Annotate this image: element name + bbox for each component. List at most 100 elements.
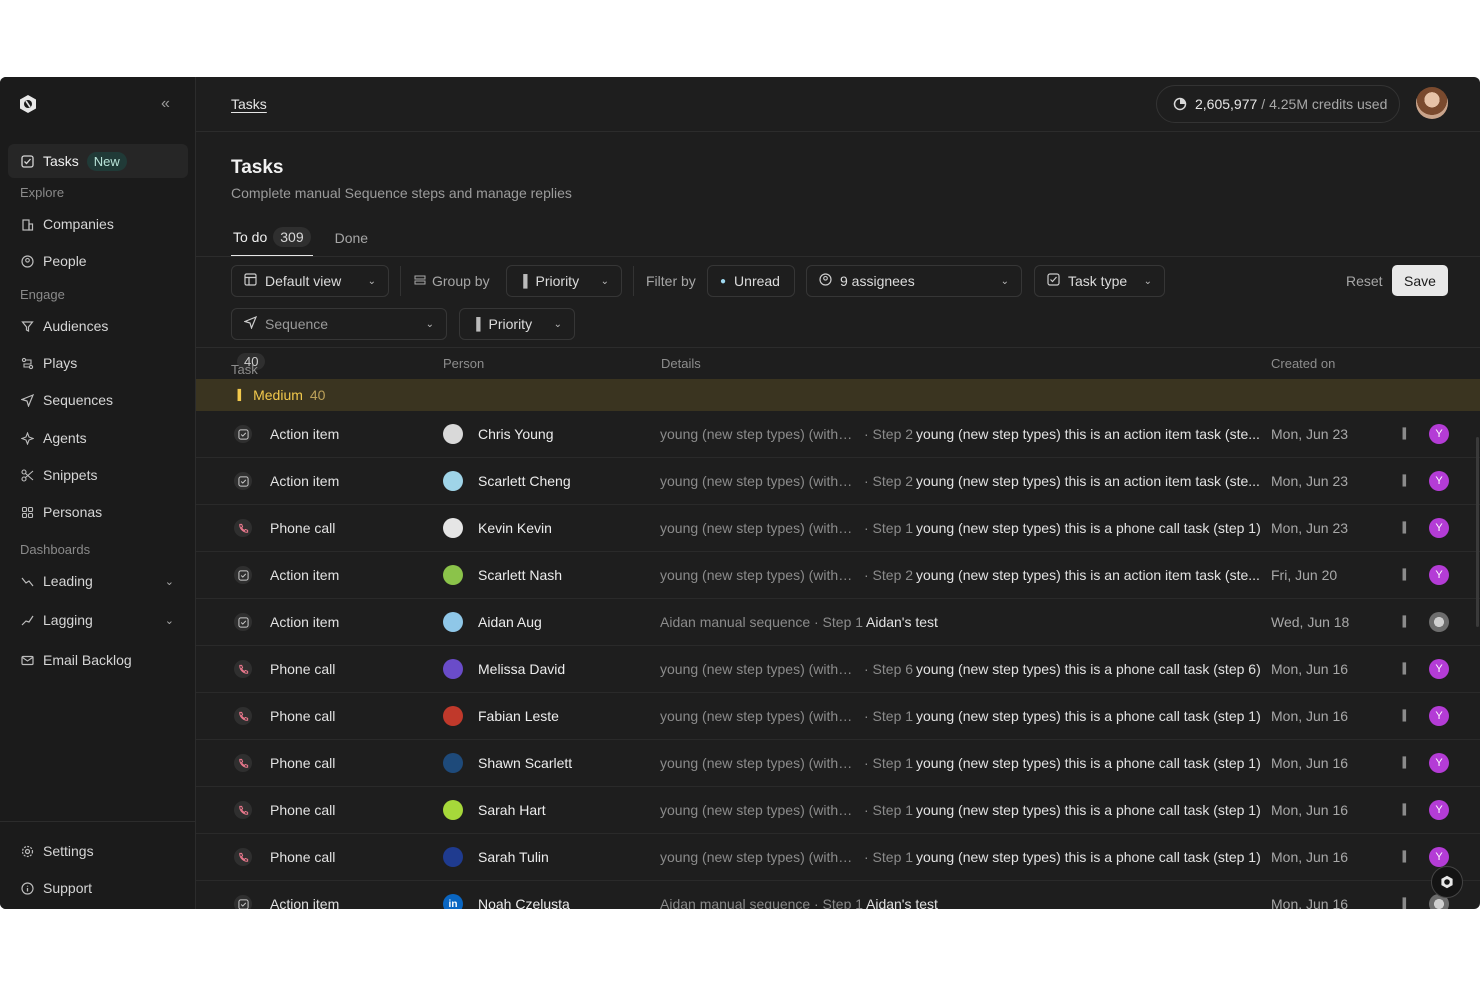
assignee-avatar[interactable]: Y [1429, 659, 1449, 679]
person-name[interactable]: Aidan Aug [478, 614, 542, 630]
app-logo-icon[interactable] [18, 94, 38, 114]
assignee-avatar[interactable]: Y [1429, 565, 1449, 585]
sequence-link[interactable]: young (new step types) (withou... [660, 849, 858, 865]
priority-bars-icon[interactable]: ▐ [1399, 664, 1406, 675]
priority-bars-icon[interactable]: ▐ [1399, 805, 1406, 816]
person-name[interactable]: Fabian Leste [478, 708, 559, 724]
sequence-link[interactable]: young (new step types) (withou... [660, 567, 858, 583]
table-row[interactable]: Phone call Shawn Scarlett young (new step … [196, 740, 1480, 787]
sidebar-item-audiences[interactable]: Audiences [8, 309, 188, 343]
table-row[interactable]: Action item in Noah Czelusta Aidan manual s… [196, 881, 1480, 909]
sidebar-item-leading[interactable]: Leading ⌄ [8, 564, 188, 598]
table-row[interactable]: Action item Scarlett Nash young (new step … [196, 552, 1480, 599]
table-row[interactable]: Action item Aidan Aug Aidan manual sequenc… [196, 599, 1480, 646]
sequence-link[interactable]: young (new step types) (withou... [660, 661, 858, 677]
sequence-link[interactable]: young (new step types) (withou... [660, 426, 858, 442]
sequence-link[interactable]: young (new step types) (withou... [660, 755, 858, 771]
priority-bars-icon[interactable]: ▐ [1399, 711, 1406, 722]
person-name[interactable]: Sarah Hart [478, 802, 546, 818]
assignee-avatar[interactable]: Y [1429, 847, 1449, 867]
sequence-link[interactable]: Aidan manual sequence [660, 896, 810, 909]
assignee-avatar[interactable]: Y [1429, 518, 1449, 538]
tab-done[interactable]: Done [335, 223, 368, 257]
gear-icon [20, 844, 34, 858]
person-name[interactable]: Noah Czelusta [478, 896, 570, 909]
sidebar-item-label: Audiences [43, 318, 109, 334]
sidebar-item-sequences[interactable]: Sequences [8, 383, 188, 417]
sidebar-item-snippets[interactable]: Snippets [8, 458, 188, 492]
breadcrumb[interactable]: Tasks [231, 96, 267, 112]
sidebar-item-support[interactable]: Support [8, 871, 188, 905]
tab-todo[interactable]: To do 309 [231, 223, 313, 257]
person-name[interactable]: Scarlett Nash [478, 567, 562, 583]
view-select[interactable]: Default view ⌄ [231, 265, 389, 297]
priority-bars-icon[interactable]: ▐ [1399, 852, 1406, 863]
sequence-link[interactable]: young (new step types) (withou... [660, 708, 858, 724]
person-name[interactable]: Kevin Kevin [478, 520, 552, 536]
chevron-down-icon[interactable]: ⌄ [165, 614, 174, 627]
priority-bars-icon[interactable]: ▐ [1399, 899, 1406, 910]
priority-bars-icon[interactable]: ▐ [1399, 617, 1406, 628]
sidebar-item-tasks[interactable]: Tasks New [8, 144, 188, 178]
assignee-avatar[interactable]: Y [1429, 424, 1449, 444]
priority-select[interactable]: ▐ Priority ⌄ [459, 308, 575, 340]
table-row[interactable]: Phone call Fabian Leste young (new step ty… [196, 693, 1480, 740]
save-button[interactable]: Save [1392, 265, 1448, 296]
assignee-avatar[interactable]: Y [1429, 471, 1449, 491]
sequence-link[interactable]: Aidan manual sequence [660, 614, 810, 630]
table-row[interactable]: Action item Chris Young young (new step ty… [196, 411, 1480, 458]
sidebar-item-plays[interactable]: Plays [8, 346, 188, 380]
person-avatar [443, 424, 463, 444]
person-name[interactable]: Sarah Tulin [478, 849, 549, 865]
task-type-select[interactable]: Task type ⌄ [1034, 265, 1165, 297]
reset-button[interactable]: Reset [1346, 273, 1383, 289]
assignee-avatar[interactable]: Y [1429, 706, 1449, 726]
sidebar-item-label: Plays [43, 355, 78, 371]
credits-indicator[interactable]: 2,605,977 / 4.25M credits used [1156, 85, 1400, 123]
user-avatar[interactable] [1416, 87, 1448, 119]
app-window: « Tasks New Explore Companies People Eng… [0, 77, 1480, 909]
assignees-select[interactable]: 9 assignees ⌄ [806, 265, 1022, 297]
sequence-select[interactable]: Sequence ⌄ [231, 308, 447, 340]
sidebar-item-companies[interactable]: Companies [8, 207, 188, 241]
table-row[interactable]: Phone call Sarah Tulin young (new step typ… [196, 834, 1480, 881]
sequence-link[interactable]: young (new step types) (withou... [660, 802, 858, 818]
collapse-sidebar-button[interactable]: « [161, 95, 170, 113]
sidebar-item-people[interactable]: People [8, 244, 188, 278]
table-row[interactable]: Phone call Melissa David young (new step t… [196, 646, 1480, 693]
unread-filter-chip[interactable]: ● Unread [707, 265, 795, 297]
sidebar-item-agents[interactable]: Agents [8, 421, 188, 455]
sidebar-item-personas[interactable]: Personas [8, 495, 188, 529]
person-name[interactable]: Chris Young [478, 426, 554, 442]
group-by-select[interactable]: ▐ Priority ⌄ [506, 265, 622, 297]
assignee-avatar[interactable]: Y [1429, 800, 1449, 820]
send-icon [20, 393, 34, 407]
person-name[interactable]: Shawn Scarlett [478, 755, 572, 771]
column-created-on[interactable]: Created on [1271, 356, 1335, 371]
table-row[interactable]: Phone call Sarah Hart young (new step type… [196, 787, 1480, 834]
person-name[interactable]: Scarlett Cheng [478, 473, 571, 489]
sidebar-item-settings[interactable]: Settings [8, 834, 188, 868]
sidebar-item-email-backlog[interactable]: Email Backlog [8, 643, 188, 677]
sequence-link[interactable]: young (new step types) (withou... [660, 520, 858, 536]
sequence-link[interactable]: young (new step types) (withou... [660, 473, 858, 489]
assignee-avatar[interactable] [1429, 612, 1449, 632]
priority-bars-icon[interactable]: ▐ [1399, 429, 1406, 440]
sidebar-item-lagging[interactable]: Lagging ⌄ [8, 603, 188, 637]
chevron-down-icon[interactable]: ⌄ [165, 575, 174, 588]
assignee-avatar[interactable]: Y [1429, 753, 1449, 773]
priority-bars-icon[interactable]: ▐ [1399, 758, 1406, 769]
priority-bars-icon[interactable]: ▐ [1399, 570, 1406, 581]
table-row[interactable]: Phone call Kevin Kevin young (new step typ… [196, 505, 1480, 552]
scrollbar[interactable] [1476, 437, 1479, 627]
sparkle-icon [20, 431, 34, 445]
column-details[interactable]: Details [661, 356, 701, 371]
priority-group-header[interactable]: ▐ Medium 40 [196, 379, 1480, 411]
column-person[interactable]: Person [443, 356, 484, 371]
person-name[interactable]: Melissa David [478, 661, 565, 677]
column-task[interactable]: Task 40 [231, 353, 266, 377]
priority-bars-icon[interactable]: ▐ [1399, 523, 1406, 534]
priority-bars-icon[interactable]: ▐ [1399, 476, 1406, 487]
table-row[interactable]: Action item Scarlett Cheng young (new step… [196, 458, 1480, 505]
assistant-button[interactable] [1431, 866, 1463, 898]
